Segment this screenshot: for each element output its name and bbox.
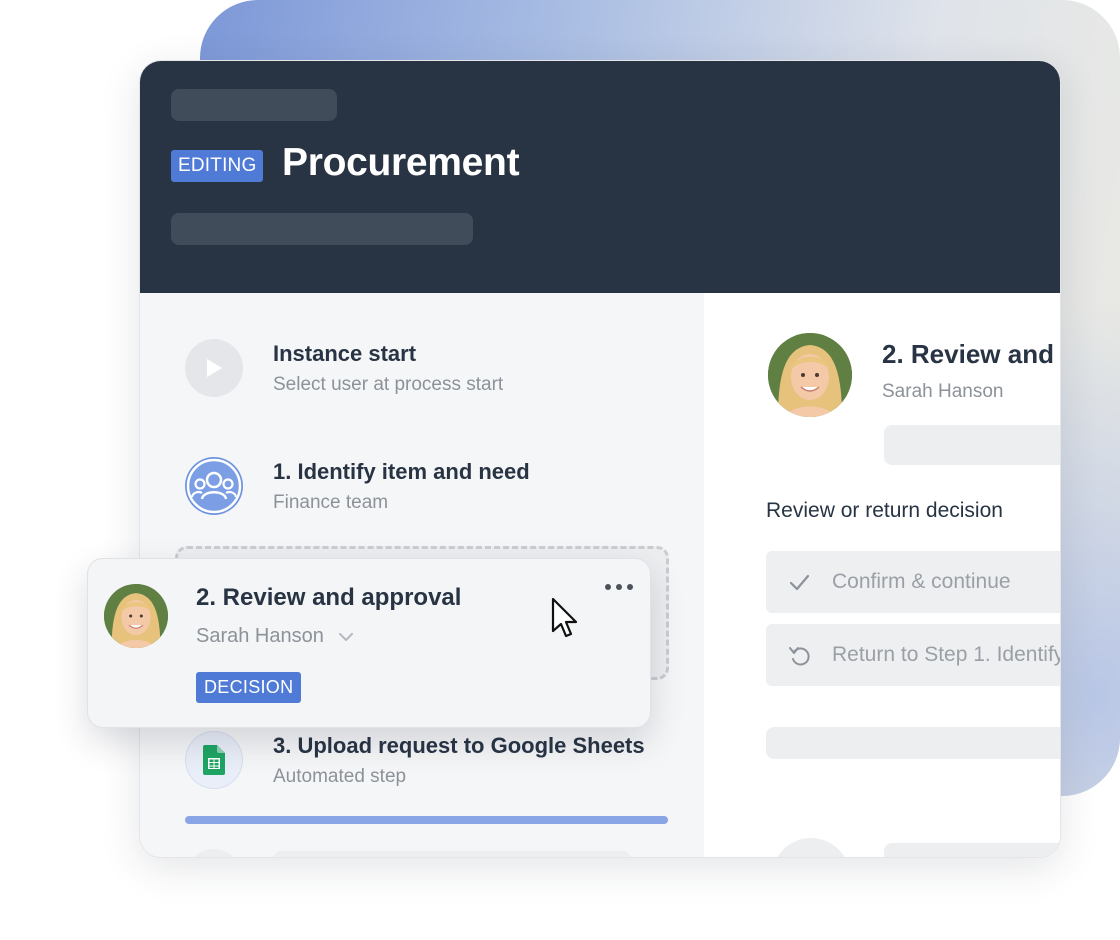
return-step-option[interactable]: Return to Step 1. Identify item and need [766,624,1061,686]
play-icon [185,339,243,397]
more-horizontal-icon[interactable] [602,578,636,596]
editing-badge: EDITING [171,150,264,182]
step-title: 1. Identify item and need [273,459,530,484]
progress-bar [185,816,668,824]
step-item-instance-start[interactable]: Instance start Select user at process st… [140,339,704,399]
google-sheets-icon [185,731,243,789]
decision-badge: DECISION [196,672,302,703]
next-step-icon-placeholder [185,849,243,857]
detail-placeholder [884,425,1060,465]
detail-placeholder [884,843,1060,857]
process-editor-window: EDITING Procurement Instance start Selec… [139,60,1061,858]
step-title: Instance start [273,341,417,366]
assignee-name: Sarah Hanson [196,625,324,647]
decision-section-label: Review or return decision [766,499,1003,522]
avatar [768,333,852,417]
step-subtitle: Select user at process start [273,374,504,395]
detail-placeholder [766,727,1060,759]
avatar [104,584,168,648]
step-item-upload-sheets[interactable]: 3. Upload request to Google Sheets Autom… [140,731,704,791]
detail-assignee: Sarah Hanson [882,381,1004,402]
detail-placeholder [772,838,850,857]
step-title: 3. Upload request to Google Sheets [273,733,645,758]
chevron-down-icon [339,632,354,641]
header-placeholder-bottom [171,213,473,245]
step-item-identify-item[interactable]: 1. Identify item and need Finance team [140,457,704,517]
assignee-dropdown[interactable]: Sarah Hanson [196,625,355,648]
option-label: Confirm & continue [832,570,1011,593]
next-step-placeholder [273,851,631,857]
page-title: Procurement [282,141,520,184]
detail-title: 2. Review and [882,339,1054,369]
mouse-cursor-icon [551,597,578,638]
step-subtitle: Automated step [273,766,407,787]
dragged-step-title: 2. Review and approval [196,584,462,611]
check-icon [789,574,810,591]
confirm-continue-option[interactable]: Confirm & continue [766,551,1060,613]
header-placeholder-top [171,89,337,121]
header: EDITING Procurement [140,61,1060,293]
option-label: Return to Step 1. Identify item and need [832,643,1061,666]
group-icon [185,457,243,515]
step-detail-panel: 2. Review and Sarah Hanson Review or ret… [704,293,1061,857]
step-subtitle: Finance team [273,492,389,513]
dragged-step-card[interactable]: 2. Review and approval Sarah Hanson DECI… [87,558,651,728]
undo-icon [789,647,810,666]
